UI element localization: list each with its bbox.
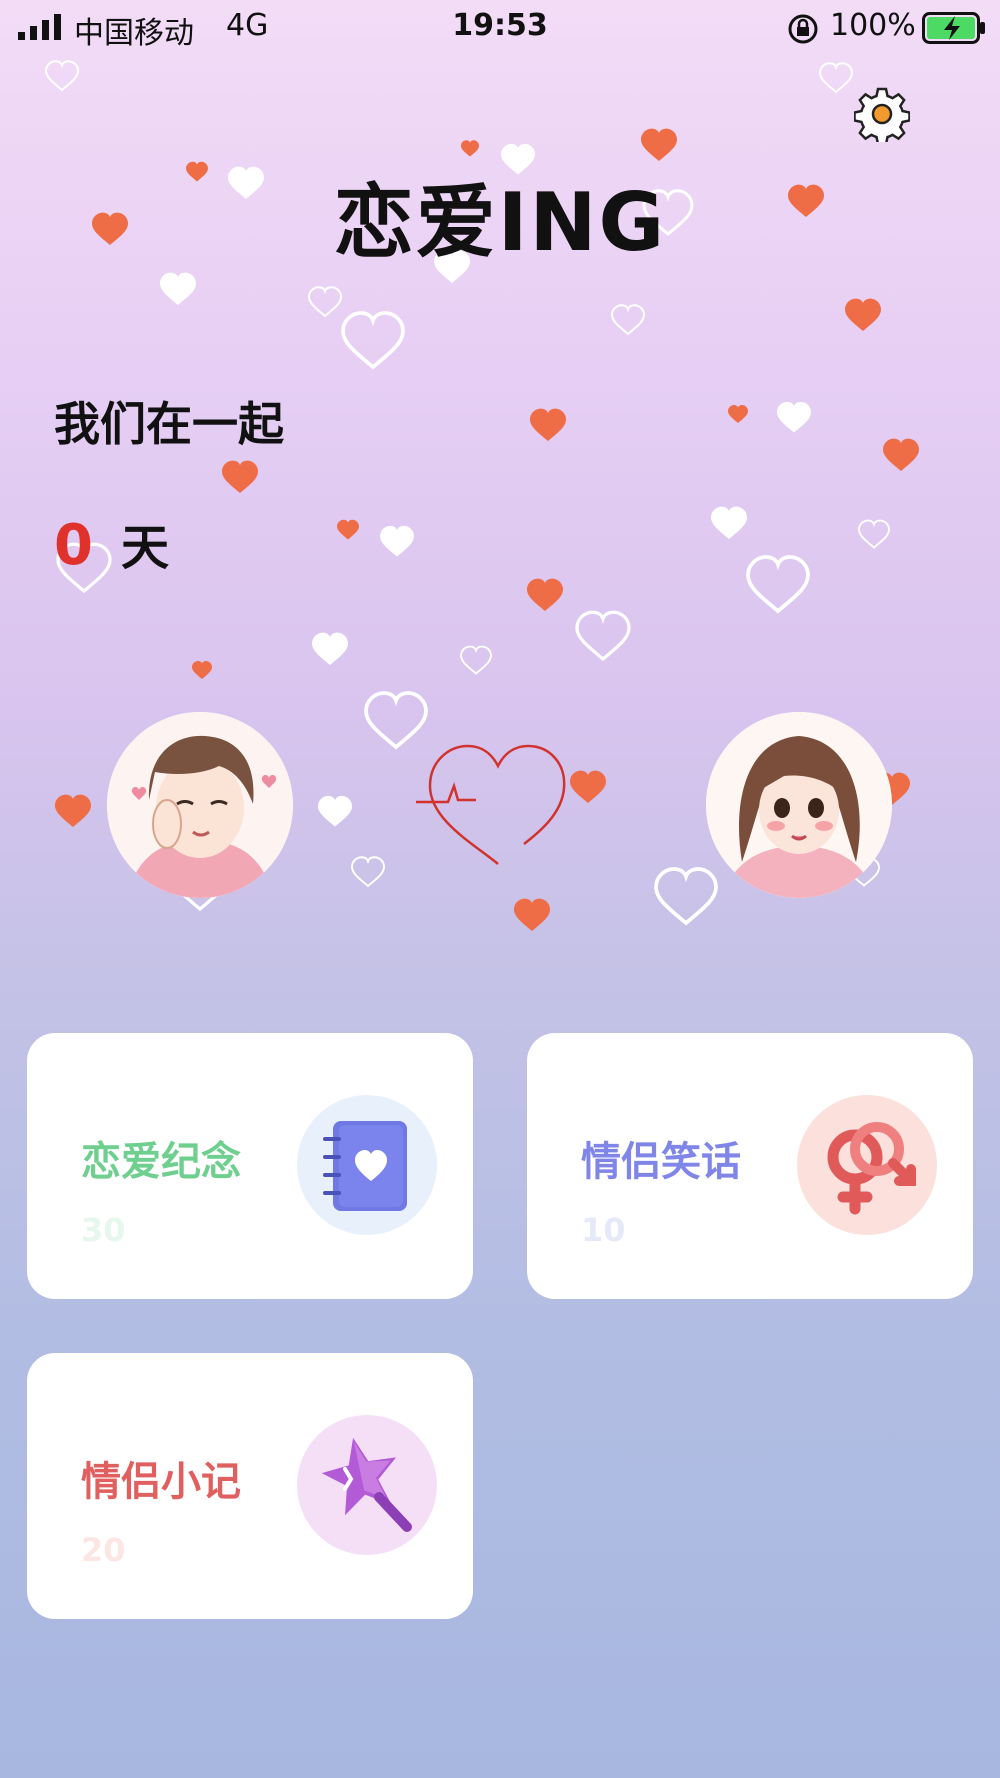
avatar-girl[interactable] xyxy=(706,712,892,898)
days-count: 0 xyxy=(54,513,93,578)
heartbeat-heart-icon xyxy=(416,744,566,865)
card-love-anniversary[interactable]: 恋爱纪念 30 xyxy=(27,1033,473,1299)
days-counter: 0天 xyxy=(54,508,169,578)
card-count: 10 xyxy=(581,1211,626,1249)
gear-icon[interactable] xyxy=(854,86,910,142)
battery-percent: 100% xyxy=(830,8,916,43)
together-label: 我们在一起 xyxy=(54,397,284,451)
card-label: 情侣小记 xyxy=(81,1459,241,1505)
girl-avatar-illustration xyxy=(706,712,892,898)
gender-symbols-icon xyxy=(797,1095,937,1235)
star-wand-icon xyxy=(297,1415,437,1555)
card-couple-jokes[interactable]: 情侣笑话 10 xyxy=(527,1033,973,1299)
days-unit: 天 xyxy=(120,520,169,576)
rotation-lock-icon xyxy=(788,14,818,44)
boy-avatar-illustration xyxy=(107,712,293,898)
avatar-boy[interactable] xyxy=(107,712,293,898)
battery-charging-icon xyxy=(922,12,985,44)
card-couple-notes[interactable]: 情侣小记 20 xyxy=(27,1353,473,1619)
card-count: 20 xyxy=(81,1531,126,1569)
diary-heart-icon xyxy=(297,1095,437,1235)
card-label: 恋爱纪念 xyxy=(81,1139,241,1185)
card-label: 情侣笑话 xyxy=(581,1139,741,1185)
status-bar: 中国移动 4G 19:53 100% xyxy=(0,0,1000,56)
card-count: 30 xyxy=(81,1211,126,1249)
page-title: 恋爱ING xyxy=(333,176,667,269)
